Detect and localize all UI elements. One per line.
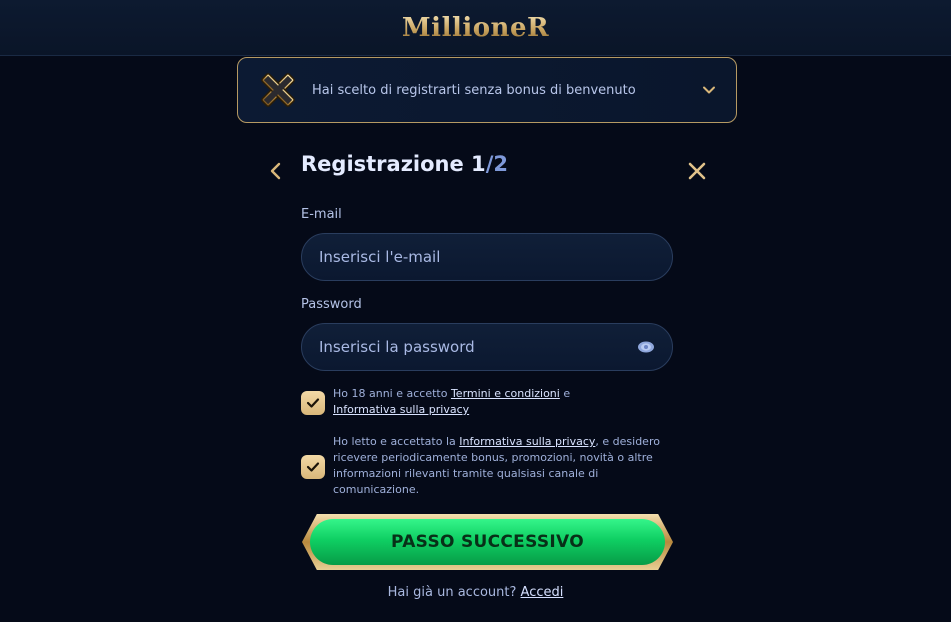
chevron-down-icon[interactable] [702, 83, 716, 97]
login-link[interactable]: Accedi [521, 585, 564, 600]
login-prompt: Hai già un account? Accedi [0, 585, 951, 600]
terms-middle: e [559, 387, 571, 400]
checkmark-icon [306, 462, 320, 472]
close-icon[interactable] [686, 160, 708, 182]
show-password-eye-icon[interactable] [637, 340, 655, 354]
email-field[interactable] [319, 248, 655, 266]
bonus-banner-text: Hai scelto di registrarti senza bonus di… [312, 82, 636, 98]
password-field[interactable] [319, 338, 637, 356]
email-label: E-mail [301, 207, 342, 222]
no-bonus-cross-icon [261, 73, 295, 107]
privacy-link[interactable]: Informativa sulla privacy [333, 403, 469, 416]
next-step-button[interactable]: PASSO SUCCESSIVO [302, 514, 673, 570]
password-field-wrapper[interactable] [301, 323, 673, 371]
email-field-wrapper[interactable] [301, 233, 673, 281]
terms-checkbox[interactable] [301, 391, 325, 415]
terms-prefix: Ho 18 anni e accetto [333, 387, 451, 400]
back-arrow-icon[interactable] [268, 162, 284, 180]
top-bar: MillioneR [0, 0, 951, 56]
millioner-logo[interactable]: MillioneR [402, 13, 549, 43]
step-total: /2 [485, 152, 508, 176]
terms-link[interactable]: Termini e condizioni [451, 387, 560, 400]
marketing-privacy-link[interactable]: Informativa sulla privacy [459, 435, 595, 448]
password-label: Password [301, 297, 362, 312]
checkmark-icon [306, 398, 320, 408]
next-step-label: PASSO SUCCESSIVO [310, 519, 665, 565]
marketing-prefix: Ho letto e accettato la [333, 435, 460, 448]
title-text: Registrazione 1 [301, 152, 486, 176]
login-prompt-text: Hai già un account? [387, 585, 521, 600]
marketing-consent-text: Ho letto e accettato la Informativa sull… [333, 434, 673, 498]
terms-consent-text: Ho 18 anni e accetto Termini e condizion… [333, 386, 673, 418]
page-title: Registrazione 1/2 [301, 152, 508, 176]
bonus-choice-banner[interactable]: Hai scelto di registrarti senza bonus di… [237, 57, 737, 123]
marketing-checkbox[interactable] [301, 455, 325, 479]
